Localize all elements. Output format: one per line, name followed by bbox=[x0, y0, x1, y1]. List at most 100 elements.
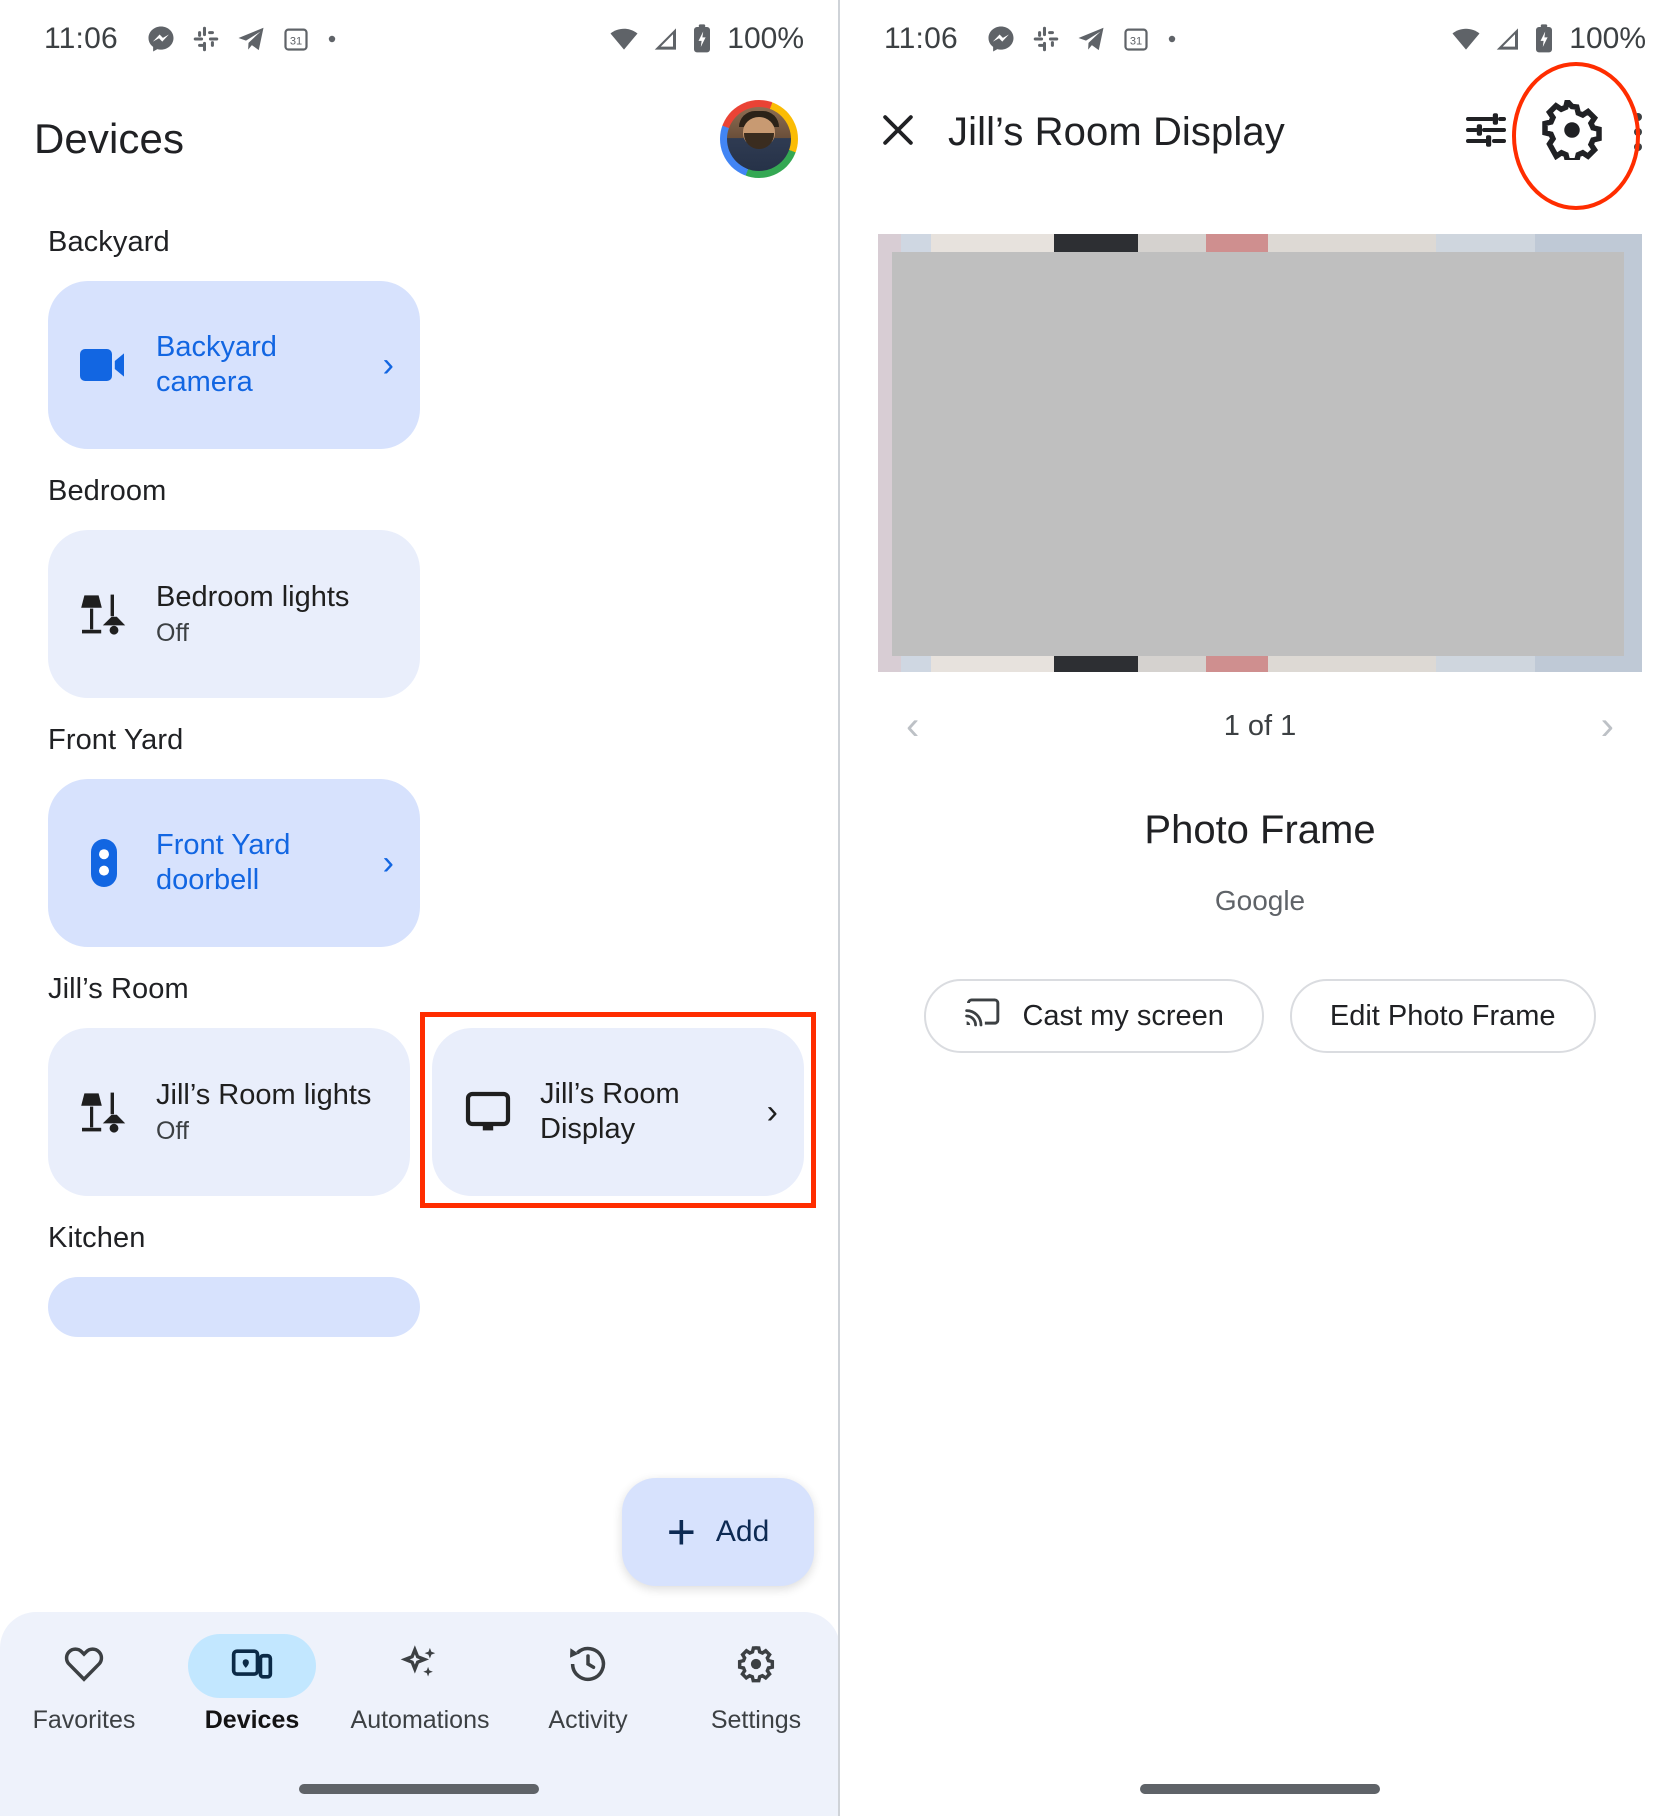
photo-redaction-overlay bbox=[892, 252, 1624, 656]
device-card-kitchen-partial[interactable] bbox=[48, 1277, 420, 1337]
room-label-bedroom: Bedroom bbox=[48, 475, 167, 507]
cast-icon bbox=[964, 995, 1002, 1037]
doorbell-icon bbox=[78, 837, 130, 889]
device-card-bedroom-lights[interactable]: Bedroom lights Off bbox=[48, 530, 420, 698]
display-monitor-icon bbox=[462, 1090, 514, 1134]
nav-label-automations: Automations bbox=[350, 1706, 490, 1734]
nav-label-favorites: Favorites bbox=[32, 1706, 136, 1734]
device-detail-title: Jill’s Room Display bbox=[948, 109, 1285, 154]
status-time: 11:06 bbox=[44, 22, 118, 55]
status-system-icons: 100% bbox=[607, 22, 804, 56]
devices-header: Devices bbox=[0, 78, 838, 178]
home-indicator-right bbox=[1140, 1784, 1380, 1794]
svg-text:31: 31 bbox=[1130, 35, 1142, 47]
nav-item-favorites[interactable]: Favorites bbox=[9, 1634, 159, 1735]
device-card-jills-room-lights[interactable]: Jill’s Room lights Off bbox=[48, 1028, 410, 1196]
battery-percent: 100% bbox=[727, 22, 804, 55]
device-card-backyard-camera[interactable]: Backyard camera › bbox=[48, 281, 420, 449]
close-x-icon[interactable] bbox=[876, 108, 920, 157]
left-phone-screen: 11:06 31 100% Devices Backyard Backyard … bbox=[0, 0, 840, 1816]
telegram-icon bbox=[236, 24, 266, 54]
room-row-kitchen bbox=[48, 1277, 804, 1337]
avatar-beard bbox=[744, 133, 774, 149]
device-name: Jill’s Room lights bbox=[156, 1078, 372, 1111]
avatar-image bbox=[727, 107, 791, 171]
status-time: 11:06 bbox=[884, 22, 958, 55]
telegram-icon bbox=[1076, 24, 1106, 54]
device-detail-header: Jill’s Room Display bbox=[840, 62, 1680, 210]
device-name: Jill’s Room Display bbox=[540, 1077, 680, 1145]
tune-sliders-icon[interactable] bbox=[1462, 106, 1510, 159]
device-card-text: Jill’s Room Display bbox=[540, 1077, 741, 1148]
nav-label-devices: Devices bbox=[204, 1706, 300, 1734]
edit-photo-frame-label: Edit Photo Frame bbox=[1329, 999, 1556, 1032]
device-manufacturer: Google bbox=[1214, 885, 1306, 916]
cast-my-screen-label: Cast my screen bbox=[1022, 999, 1224, 1032]
cellular-signal-icon bbox=[651, 24, 681, 54]
device-card-jills-room-display[interactable]: Jill’s Room Display › bbox=[432, 1028, 804, 1196]
cellular-signal-icon bbox=[1493, 24, 1523, 54]
device-name: Front Yard doorbell bbox=[156, 828, 291, 896]
edit-photo-frame-button[interactable]: Edit Photo Frame bbox=[1289, 979, 1596, 1053]
nav-pill-favorites bbox=[20, 1634, 148, 1698]
sparkle-icon bbox=[398, 1642, 442, 1691]
right-phone-screen: 11:06 31 100% Jill’s Room Display ‹ 1 of… bbox=[840, 0, 1680, 1816]
device-action-buttons: Cast my screen Edit Photo Frame bbox=[840, 979, 1680, 1053]
chevron-right-icon: › bbox=[382, 346, 394, 384]
slack-icon bbox=[1032, 25, 1060, 53]
device-photo-preview[interactable] bbox=[878, 234, 1642, 672]
status-system-icons: 100% bbox=[1449, 22, 1646, 56]
slack-icon bbox=[192, 25, 220, 53]
add-button[interactable]: + Add bbox=[622, 1478, 814, 1586]
history-clock-icon bbox=[566, 1642, 610, 1691]
chevron-right-icon: › bbox=[766, 1093, 778, 1131]
wifi-icon bbox=[607, 24, 641, 54]
device-state: Off bbox=[156, 619, 189, 648]
dual-screenshot-container: 11:06 31 100% Devices Backyard Backyard … bbox=[0, 0, 1680, 1816]
chevron-left-icon[interactable]: ‹ bbox=[906, 706, 919, 746]
device-state: Off bbox=[156, 1117, 189, 1146]
nav-pill-settings bbox=[692, 1634, 820, 1698]
nav-pill-automations bbox=[356, 1634, 484, 1698]
device-product-name: Photo Frame bbox=[1144, 808, 1376, 852]
room-row-bedroom: Bedroom lights Off bbox=[48, 530, 804, 698]
status-bar-left: 11:06 31 100% bbox=[0, 0, 838, 78]
room-label-front-yard: Front Yard bbox=[48, 724, 184, 756]
devices-icon bbox=[230, 1642, 274, 1691]
device-card-text: Front Yard doorbell bbox=[156, 828, 357, 899]
svg-text:31: 31 bbox=[290, 35, 302, 47]
device-card-front-yard-doorbell[interactable]: Front Yard doorbell › bbox=[48, 779, 420, 947]
home-indicator-left bbox=[299, 1784, 539, 1794]
calendar-31-icon: 31 bbox=[1122, 25, 1150, 53]
jills-room-display-wrapper: Jill’s Room Display › bbox=[420, 1012, 816, 1208]
nav-item-automations[interactable]: Automations bbox=[345, 1634, 495, 1735]
room-label-backyard: Backyard bbox=[48, 226, 170, 258]
device-list: Backyard Backyard camera › Bedroom Bedro… bbox=[0, 178, 838, 1337]
battery-percent: 100% bbox=[1569, 22, 1646, 55]
plus-icon: + bbox=[666, 1504, 696, 1560]
messenger-icon bbox=[986, 24, 1016, 54]
chevron-right-icon[interactable]: › bbox=[1601, 706, 1614, 746]
account-avatar[interactable] bbox=[720, 100, 798, 178]
chevron-right-icon: › bbox=[382, 844, 394, 882]
nav-item-activity[interactable]: Activity bbox=[513, 1634, 663, 1735]
room-label-kitchen: Kitchen bbox=[48, 1222, 146, 1254]
settings-gear-button[interactable] bbox=[1512, 62, 1640, 210]
room-row-backyard: Backyard camera › bbox=[48, 281, 804, 449]
status-notification-icons: 31 bbox=[146, 24, 338, 54]
battery-charging-icon bbox=[1533, 23, 1555, 55]
device-name: Bedroom lights bbox=[156, 580, 350, 613]
lamp-icon bbox=[78, 1089, 130, 1135]
nav-item-devices[interactable]: Devices bbox=[177, 1634, 327, 1735]
nav-label-settings: Settings bbox=[710, 1706, 802, 1734]
device-card-text: Bedroom lights Off bbox=[156, 580, 349, 648]
photo-pager-count: 1 of 1 bbox=[1223, 709, 1297, 742]
cast-my-screen-button[interactable]: Cast my screen bbox=[924, 979, 1264, 1053]
nav-label-activity: Activity bbox=[548, 1706, 628, 1734]
room-label-jills-room: Jill’s Room bbox=[48, 973, 189, 1005]
photo-pager: ‹ 1 of 1 › bbox=[840, 706, 1680, 746]
nav-item-settings[interactable]: Settings bbox=[681, 1634, 831, 1735]
room-row-jills-room: Jill’s Room lights Off Jill’s Room Displ… bbox=[48, 1012, 816, 1208]
wifi-icon bbox=[1449, 24, 1483, 54]
nav-pill-devices bbox=[188, 1634, 316, 1698]
